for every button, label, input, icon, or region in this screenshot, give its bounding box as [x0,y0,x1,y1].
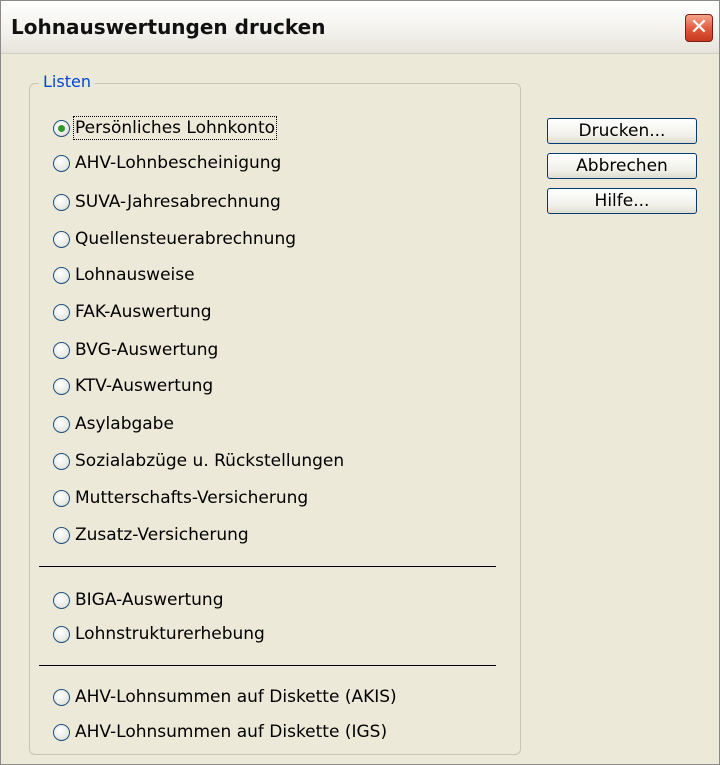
radio-ahv-lohnsummen-akis[interactable]: AHV-Lohnsummen auf Diskette (AKIS) [53,684,397,710]
window-title: Lohnauswertungen drucken [11,15,326,39]
radio-icon[interactable] [53,625,70,643]
radio-icon[interactable] [53,341,70,359]
print-button[interactable]: Drucken... [547,118,697,144]
dialog-window: Lohnauswertungen drucken ✕ Listen Persön… [0,0,720,765]
radio-icon[interactable] [53,266,70,284]
radio-label: Asylabgabe [75,414,174,434]
radio-label: Quellensteuerabrechnung [75,229,297,249]
radio-suva-jahresabrechnung[interactable]: SUVA-Jahresabrechnung [53,189,281,215]
radio-icon[interactable] [53,303,70,321]
radio-icon[interactable] [53,688,70,706]
radio-label: Sozialabzüge u. Rückstellungen [75,451,345,471]
radio-ahv-lohnsummen-igs[interactable]: AHV-Lohnsummen auf Diskette (IGS) [53,719,387,745]
cancel-button[interactable]: Abbrechen [547,153,697,179]
title-bar[interactable]: Lohnauswertungen drucken ✕ [1,1,719,54]
radio-label: Lohnstrukturerhebung [75,624,265,644]
radio-label: Lohnausweise [75,265,195,285]
close-icon[interactable]: ✕ [685,14,713,42]
groupbox-label: Listen [39,72,95,91]
radio-asylabgabe[interactable]: Asylabgabe [53,411,174,437]
radio-icon[interactable] [53,377,70,395]
separator [39,665,496,666]
radio-icon[interactable] [53,452,70,470]
radio-zusatz-versicherung[interactable]: Zusatz-Versicherung [53,522,249,548]
radio-label: KTV-Auswertung [75,376,214,396]
radio-label: FAK-Auswertung [75,302,212,322]
radio-sozialabzuege[interactable]: Sozialabzüge u. Rückstellungen [53,448,344,474]
radio-label: BIGA-Auswertung [75,590,224,610]
radio-label: Persönliches Lohnkonto [72,116,278,140]
radio-bvg-auswertung[interactable]: BVG-Auswertung [53,337,218,363]
radio-label: BVG-Auswertung [75,340,219,360]
radio-label: AHV-Lohnbescheinigung [75,153,282,173]
radio-mutterschafts-versicherung[interactable]: Mutterschafts-Versicherung [53,485,308,511]
radio-label: Mutterschafts-Versicherung [75,488,309,508]
radio-biga-auswertung[interactable]: BIGA-Auswertung [53,587,223,613]
radio-label: AHV-Lohnsummen auf Diskette (AKIS) [75,687,397,707]
radio-label: AHV-Lohnsummen auf Diskette (IGS) [75,722,388,742]
radio-icon[interactable] [53,723,70,741]
radio-ktv-auswertung[interactable]: KTV-Auswertung [53,373,213,399]
radio-lohnstrukturerhebung[interactable]: Lohnstrukturerhebung [53,621,265,647]
radio-persoenliches-lohnkonto[interactable]: Persönliches Lohnkonto [53,115,278,141]
radio-lohnausweise[interactable]: Lohnausweise [53,262,195,288]
help-button[interactable]: Hilfe... [547,188,697,214]
radio-icon[interactable] [53,193,70,211]
radio-icon[interactable] [53,489,70,507]
radio-icon[interactable] [53,230,70,248]
separator [39,566,496,567]
radio-fak-auswertung[interactable]: FAK-Auswertung [53,299,212,325]
radio-quellensteuerabrechnung[interactable]: Quellensteuerabrechnung [53,226,296,252]
radio-ahv-lohnbescheinigung[interactable]: AHV-Lohnbescheinigung [53,150,281,176]
radio-icon[interactable] [53,154,70,172]
radio-label: Zusatz-Versicherung [75,525,249,545]
radio-icon[interactable] [53,526,70,544]
radio-selected-icon[interactable] [53,119,70,137]
radio-label: SUVA-Jahresabrechnung [75,192,281,212]
radio-icon[interactable] [53,415,70,433]
radio-icon[interactable] [53,591,70,609]
